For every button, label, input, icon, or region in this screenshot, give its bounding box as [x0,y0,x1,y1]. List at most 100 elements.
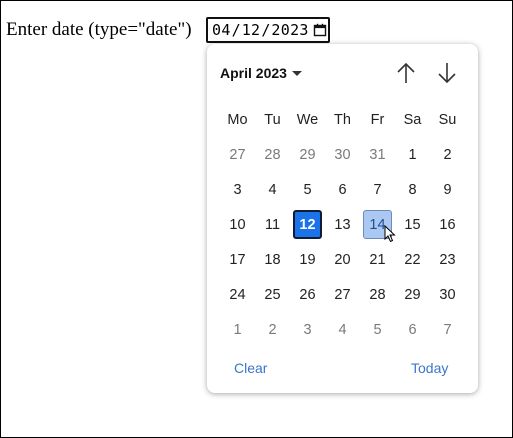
day-number: 3 [233,181,242,198]
date-separator: / [231,21,241,39]
day-number: 6 [408,321,417,338]
day-cell[interactable]: 4 [325,312,360,347]
calendar-grid: Mo Tu We Th Fr Sa Su 27 28 29 30 31 1 2 3 4 5 6 7 8 9 10 11 12 1… [220,102,465,347]
day-cell-hovered[interactable]: 14 [363,210,396,243]
day-cell[interactable]: 28 [255,137,290,172]
caret-down-icon [291,71,302,76]
day-cell[interactable]: 3 [220,172,255,207]
day-number: 23 [439,251,456,268]
day-number: 12 [299,216,316,233]
day-cell[interactable]: 3 [290,312,325,347]
day-number: 6 [338,181,347,198]
month-year-selector[interactable]: April 2023 [220,63,302,83]
day-cell[interactable]: 30 [430,277,465,312]
next-month-button[interactable] [435,61,459,85]
day-number: 28 [264,146,281,163]
weekday-header: Tu [264,111,281,128]
calendar-icon[interactable] [313,23,327,37]
day-cell[interactable]: 7 [430,312,465,347]
day-cell[interactable]: 13 [325,207,360,242]
day-number: 19 [299,251,316,268]
year-segment[interactable]: 2023 [271,21,308,39]
day-cell[interactable]: 28 [360,277,395,312]
day-cell[interactable]: 1 [395,137,430,172]
day-number: 5 [373,321,382,338]
day-cell[interactable]: 19 [290,242,325,277]
day-cell[interactable]: 27 [220,137,255,172]
clear-button[interactable]: Clear [234,360,267,376]
day-number: 28 [369,286,386,303]
day-number: 22 [404,251,421,268]
day-number: 21 [369,251,386,268]
weekday-header: Th [334,111,351,128]
day-cell[interactable]: 24 [220,277,255,312]
day-number: 10 [229,216,246,233]
day-number: 1 [233,321,242,338]
day-cell[interactable]: 26 [290,277,325,312]
day-cell[interactable]: 20 [325,242,360,277]
day-cell[interactable]: 18 [255,242,290,277]
day-cell[interactable]: 31 [360,137,395,172]
day-cell[interactable]: 23 [430,242,465,277]
day-number: 15 [404,216,421,233]
weekday-header: Fr [370,111,385,128]
day-cell[interactable]: 17 [220,242,255,277]
month-segment[interactable]: 04 [212,21,231,39]
day-cell[interactable]: 2 [255,312,290,347]
day-number: 29 [404,286,421,303]
day-cell[interactable]: 27 [325,277,360,312]
day-cell[interactable]: 21 [360,242,395,277]
day-number: 29 [299,146,316,163]
day-number: 3 [303,321,312,338]
day-number: 5 [303,181,312,198]
day-cell[interactable]: 9 [430,172,465,207]
day-cell[interactable]: 6 [325,172,360,207]
day-number: 4 [268,181,277,198]
today-button[interactable]: Today [411,360,448,376]
day-number: 25 [264,286,281,303]
day-cell[interactable]: 22 [395,242,430,277]
day-number: 18 [264,251,281,268]
day-cell[interactable]: 30 [325,137,360,172]
day-number: 30 [439,286,456,303]
day-cell[interactable]: 4 [255,172,290,207]
day-number: 24 [229,286,246,303]
day-cell[interactable]: 6 [395,312,430,347]
day-number: 7 [373,181,382,198]
day-number: 1 [408,146,417,163]
day-number: 30 [334,146,351,163]
day-cell[interactable]: 25 [255,277,290,312]
day-cell[interactable]: 16 [430,207,465,242]
date-separator: / [261,21,271,39]
day-number: 8 [408,181,417,198]
day-cell[interactable]: 8 [395,172,430,207]
weekday-header: We [296,111,319,128]
day-cell[interactable]: 5 [360,312,395,347]
weekday-header: Su [438,111,457,128]
day-cell[interactable]: 11 [255,207,290,242]
day-number: 13 [334,216,351,233]
arrow-down-icon [438,63,456,84]
day-number: 26 [299,286,316,303]
day-segment[interactable]: 12 [242,21,261,39]
day-cell[interactable]: 7 [360,172,395,207]
day-cell[interactable]: 2 [430,137,465,172]
previous-month-button[interactable] [394,61,418,85]
day-cell[interactable]: 5 [290,172,325,207]
date-picker-popup: April 2023 Mo Tu We Th Fr Sa Su 27 28 29 30 31 1 2 3 4 5… [207,44,478,393]
day-cell[interactable]: 15 [395,207,430,242]
arrow-up-icon [397,62,415,83]
day-number: 11 [264,216,281,233]
day-number: 27 [334,286,351,303]
day-cell[interactable]: 29 [290,137,325,172]
day-cell[interactable]: 10 [220,207,255,242]
day-number: 31 [369,146,386,163]
date-input[interactable]: 04 / 12 / 2023 [206,17,330,43]
day-cell[interactable]: 1 [220,312,255,347]
day-number: 4 [338,321,347,338]
day-number: 27 [229,146,246,163]
day-cell-selected[interactable]: 12 [293,210,322,239]
day-number: 2 [443,146,452,163]
day-number: 2 [268,321,277,338]
day-cell[interactable]: 29 [395,277,430,312]
